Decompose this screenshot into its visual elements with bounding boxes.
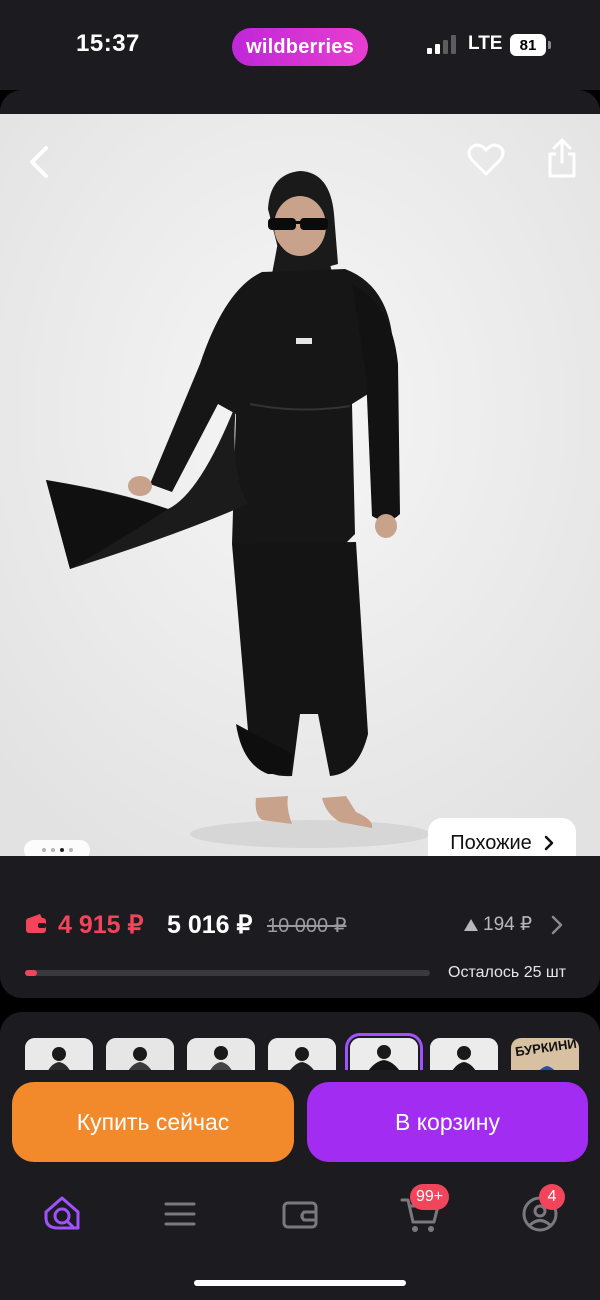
home-search-icon[interactable]: [40, 1192, 84, 1236]
gallery-dot: [41, 848, 46, 852]
catalog-menu-icon[interactable]: [158, 1192, 202, 1236]
wallet-price: 4 915 ₽: [58, 911, 144, 939]
profile-badge: 4: [539, 1184, 565, 1210]
battery-tip: [548, 41, 551, 49]
home-indicator: [194, 1280, 406, 1286]
thumbnail-1[interactable]: [25, 1038, 93, 1072]
thumbnail-7-burkini[interactable]: БУРКИНИ: [511, 1038, 579, 1072]
cart-badge: 99+: [410, 1184, 450, 1210]
gallery-page-indicator: [24, 840, 90, 856]
similar-products-button[interactable]: Похожие: [428, 818, 576, 856]
back-icon[interactable]: [24, 142, 54, 182]
thumbnail-2[interactable]: [106, 1038, 174, 1072]
old-price: 10 000 ₽: [267, 915, 347, 937]
gallery-dot: [68, 848, 73, 852]
product-photo: [0, 114, 600, 856]
gallery-dot-active: [59, 848, 64, 852]
stock-remaining: Осталось 25 шт: [448, 964, 567, 981]
thumbnail-strip: БУРКИНИ: [0, 1012, 600, 1072]
stock-progress-fill: [25, 970, 38, 976]
status-bar: 15:37 wildberries LTE 81: [0, 0, 600, 90]
product-card: Похожие 4 915 ₽ 5 016 ₽ 10 000 ₽ 194 ₽ О…: [0, 90, 600, 998]
triangle-up-icon: [464, 918, 478, 931]
price-row: 4 915 ₽ 5 016 ₽ 10 000 ₽ 194 ₽: [0, 910, 600, 944]
wallet-icon: [26, 914, 46, 933]
favorite-heart-icon[interactable]: [466, 140, 506, 180]
signal-icon: [427, 34, 457, 54]
brand-logo[interactable]: wildberries: [232, 28, 368, 66]
product-gallery[interactable]: Похожие: [0, 114, 600, 856]
buy-now-button[interactable]: Купить сейчас: [12, 1082, 294, 1162]
chevron-right-icon: [544, 835, 554, 851]
chevron-right-icon[interactable]: [550, 914, 564, 936]
regular-price: 5 016 ₽: [167, 911, 253, 939]
thumbnail-4[interactable]: [268, 1038, 336, 1072]
thumbnail-6[interactable]: [430, 1038, 498, 1072]
thumbnail-3[interactable]: [187, 1038, 255, 1072]
price-history[interactable]: 194 ₽: [463, 913, 532, 936]
battery-icon: 81: [510, 34, 546, 56]
add-to-cart-button[interactable]: В корзину: [307, 1082, 588, 1162]
gallery-dot: [50, 848, 55, 852]
network-type: LTE: [468, 33, 503, 54]
purchase-actions: Купить сейчас В корзину: [0, 1070, 600, 1170]
similar-products-label: Похожие: [450, 831, 532, 854]
thumbnail-5-selected[interactable]: [345, 1033, 423, 1072]
share-icon[interactable]: [544, 136, 580, 180]
wallet-nav-icon[interactable]: [278, 1192, 322, 1236]
status-time: 15:37: [76, 30, 140, 57]
stock-progress-bar: [25, 970, 430, 976]
price-change-value: 194 ₽: [483, 914, 533, 935]
